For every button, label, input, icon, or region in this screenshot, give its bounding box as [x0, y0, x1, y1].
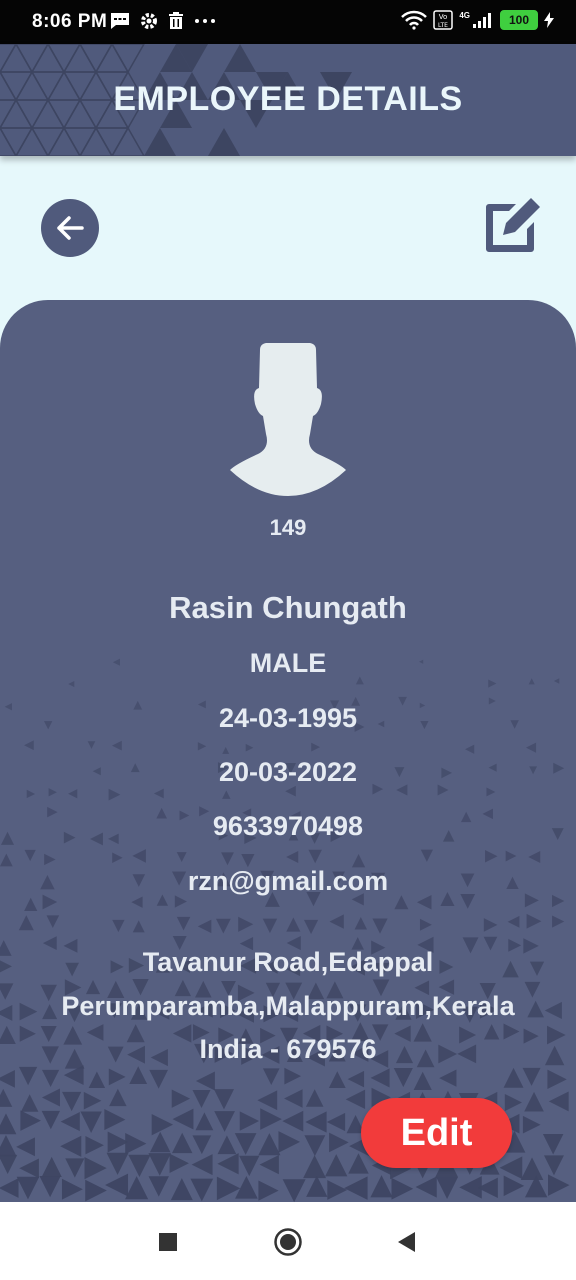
back-button[interactable] — [41, 199, 99, 257]
address-line-3: India - 679576 — [199, 1034, 377, 1064]
employee-phone: 9633970498 — [212, 811, 364, 841]
network-type: 4G — [459, 10, 470, 20]
avatar — [200, 330, 376, 506]
signal-icon — [473, 13, 491, 28]
status-time: 8:06 PM — [32, 11, 108, 32]
edit-icon-button[interactable] — [484, 196, 542, 254]
edit-button[interactable]: Edit — [361, 1098, 512, 1168]
employee-join-date: 20-03-2022 — [218, 757, 358, 787]
employee-gender: MALE — [249, 648, 327, 678]
svg-text:Vo: Vo — [439, 13, 448, 21]
wifi-icon — [401, 10, 428, 30]
charging-icon — [544, 12, 554, 28]
page-title: EMPLOYEE DETAILS — [113, 80, 463, 118]
app-header: EMPLOYEE DETAILS — [0, 44, 576, 156]
employee-dob: 24-03-1995 — [218, 703, 358, 733]
system-nav-bar — [0, 1202, 576, 1280]
svg-text:LTE: LTE — [438, 22, 448, 29]
edit-icon — [486, 198, 540, 252]
arrow-left-icon — [57, 216, 84, 240]
employee-email: rzn@gmail.com — [187, 866, 389, 896]
gear-icon — [141, 13, 157, 29]
battery-level: 100 — [508, 13, 530, 27]
recents-icon — [159, 1233, 177, 1251]
employee-id: 149 — [269, 515, 307, 540]
home-button[interactable] — [268, 1222, 308, 1262]
recents-button[interactable] — [148, 1222, 188, 1262]
back-nav-icon — [398, 1232, 415, 1252]
employee-name: Rasin Chungath — [169, 590, 407, 625]
notification-icons — [110, 12, 216, 30]
home-icon — [274, 1228, 302, 1256]
more-icon — [195, 19, 215, 23]
battery-icon: 100 — [500, 10, 538, 30]
person-silhouette-icon — [230, 343, 346, 496]
volte-icon: VoLTE — [433, 10, 454, 30]
system-icons: Vo LTE 4G 100 — [401, 10, 554, 30]
status-bar: 8:06 PM Vo LTE 4G 100 — [0, 0, 576, 44]
address-line-1: Tavanur Road,Edappal — [142, 947, 434, 977]
back-nav-button[interactable] — [386, 1222, 426, 1262]
message-icon — [111, 13, 129, 29]
trash-icon — [169, 12, 183, 29]
address-line-2: Perumparamba,Malappuram,Kerala — [61, 991, 515, 1021]
